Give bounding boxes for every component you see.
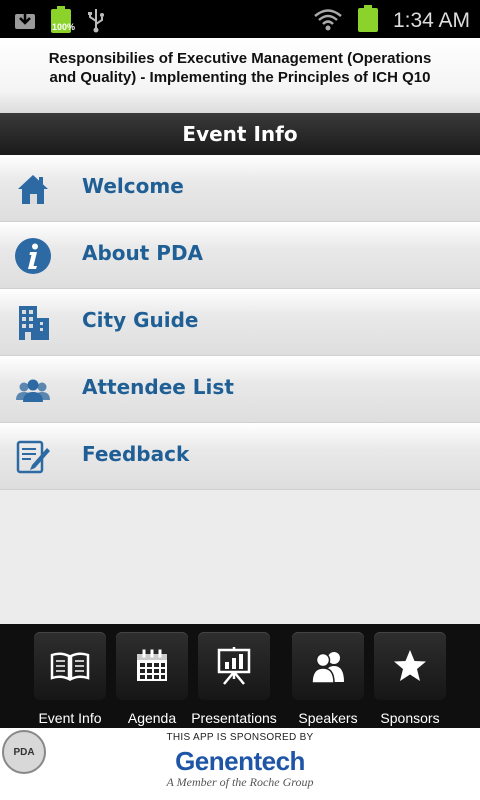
- usb-icon: [86, 7, 106, 37]
- menu-item-label: City Guide: [82, 308, 199, 332]
- sponsor-brand: Genentech: [175, 746, 305, 776]
- download-icon: [14, 9, 36, 35]
- section-header: Event Info: [0, 113, 480, 155]
- battery-full-icon: [357, 5, 379, 37]
- menu-item-welcome[interactable]: Welcome: [0, 155, 480, 222]
- book-icon: [34, 632, 106, 700]
- content-empty-area: [0, 490, 480, 624]
- menu-item-label: Welcome: [82, 174, 184, 198]
- event-title-banner: Responsibilies of Executive Management (…: [0, 38, 480, 113]
- sponsor-banner[interactable]: PDA THIS APP IS SPONSORED BY Genentech A…: [0, 728, 480, 800]
- tab-event-info[interactable]: Event Info: [30, 632, 110, 728]
- tab-agenda[interactable]: Agenda: [112, 632, 192, 728]
- home-icon: [14, 170, 52, 208]
- calendar-icon: [116, 632, 188, 700]
- section-title: Event Info: [182, 122, 298, 146]
- event-info-menu: Welcome About PDA City Guide Attendee Li…: [0, 155, 480, 490]
- battery-percent: 100%: [52, 22, 76, 32]
- star-icon: [374, 632, 446, 700]
- sponsor-tagline: A Member of the Roche Group: [166, 775, 314, 789]
- presentation-icon: [198, 632, 270, 700]
- menu-item-city-guide[interactable]: City Guide: [0, 289, 480, 356]
- info-icon: [14, 237, 52, 275]
- building-icon: [14, 304, 52, 342]
- menu-item-label: About PDA: [82, 241, 204, 265]
- menu-item-feedback[interactable]: Feedback: [0, 423, 480, 490]
- feedback-pencil-icon: [14, 438, 52, 476]
- bottom-tab-bar: Event Info Agenda Presentations Speakers…: [0, 624, 480, 728]
- status-bar: 100% 1:34 AM: [0, 0, 480, 38]
- event-title: Responsibilies of Executive Management (…: [48, 50, 432, 86]
- tab-speakers[interactable]: Speakers: [288, 632, 368, 728]
- tab-presentations[interactable]: Presentations: [191, 632, 277, 728]
- menu-item-about-pda[interactable]: About PDA: [0, 222, 480, 289]
- speakers-icon: [292, 632, 364, 700]
- menu-item-label: Attendee List: [82, 375, 234, 399]
- menu-item-attendee-list[interactable]: Attendee List: [0, 356, 480, 423]
- menu-item-label: Feedback: [82, 442, 190, 466]
- sponsor-caption: THIS APP IS SPONSORED BY: [166, 732, 314, 743]
- tab-label: Presentations: [191, 710, 277, 726]
- clock: 1:34 AM: [392, 9, 470, 32]
- tab-sponsors[interactable]: Sponsors: [370, 632, 450, 728]
- wifi-icon: [313, 7, 343, 35]
- tab-label: Sponsors: [380, 710, 440, 726]
- people-icon: [14, 371, 52, 409]
